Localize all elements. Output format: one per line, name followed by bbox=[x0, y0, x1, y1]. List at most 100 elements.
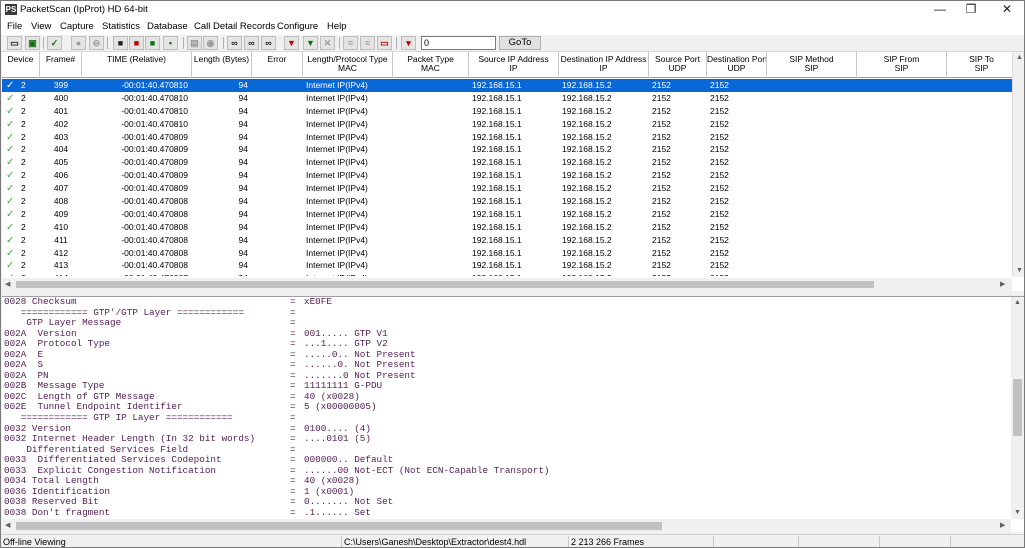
decode-line[interactable]: 002A E = .....0.. Not Present bbox=[2, 349, 1024, 361]
decode-line[interactable]: 002A Version = 001..... GTP V1 bbox=[2, 328, 1024, 340]
col-time-header[interactable]: TIME (Relative) bbox=[82, 52, 192, 78]
scroll-up-arrow-icon[interactable]: ▲ bbox=[1014, 298, 1021, 308]
table-row[interactable]: ✓ 2 413 -00:01:40.470808 94 Internet IP(IPv4)… bbox=[2, 259, 1012, 272]
highlight-icon[interactable]: ▾ bbox=[401, 36, 416, 50]
menu-statistics[interactable]: Statistics bbox=[102, 21, 140, 32]
scrollbar-thumb[interactable] bbox=[16, 522, 662, 530]
column-header-sublabel: MAC bbox=[421, 63, 440, 73]
col-error-header[interactable]: Error bbox=[252, 52, 303, 78]
decode-line[interactable]: 0038 Don't fragment = .1...... Set bbox=[2, 507, 1024, 519]
col-protocol-header[interactable]: Length/Protocol Type MAC bbox=[303, 52, 393, 78]
col-frame-cell: 402 bbox=[53, 118, 69, 129]
packet-list-vertical-scrollbar[interactable]: ▲ ▼ bbox=[1012, 52, 1024, 277]
minimize-button[interactable]: — bbox=[925, 1, 955, 19]
col-length-header[interactable]: Length (Bytes) bbox=[192, 52, 252, 78]
clear-filter-icon[interactable]: ✕ bbox=[320, 36, 335, 50]
decode-line[interactable]: 0036 Identification = 1 (x0001) bbox=[2, 486, 1024, 498]
col-sip-to-header[interactable]: SIP To SIP bbox=[947, 52, 1017, 78]
binoculars-prev-icon[interactable]: ∞ bbox=[261, 36, 276, 50]
col-dest-port-header[interactable]: Destination Port UDP bbox=[707, 52, 767, 78]
col-packet-type-header[interactable]: Packet Type MAC bbox=[393, 52, 469, 78]
export-csv-icon[interactable]: ≡ bbox=[343, 36, 358, 50]
decode-line[interactable]: 0028 Checksum = xE0FE bbox=[2, 297, 1024, 308]
col-device-header[interactable]: Device bbox=[2, 52, 40, 78]
col-sip-from-header[interactable]: SIP From SIP bbox=[857, 52, 947, 78]
col-sip-method-header[interactable]: SIP Method SIP bbox=[767, 52, 857, 78]
table-row[interactable]: ✓ 2 412 -00:01:40.470808 94 Internet IP(IPv4)… bbox=[2, 247, 1012, 260]
col-source-port-header[interactable]: Source Port UDP bbox=[649, 52, 707, 78]
decode-line[interactable]: 002A Protocol Type = ...1.... GTP V2 bbox=[2, 339, 1024, 350]
scroll-left-arrow-icon[interactable]: ◀ bbox=[5, 521, 10, 531]
table-row[interactable]: ✓ 2 405 -00:01:40.470809 94 Internet IP(IPv4)… bbox=[2, 156, 1012, 169]
decode-line[interactable]: ============ GTP IP Layer ============ = bbox=[2, 412, 1024, 424]
menu-file[interactable]: File bbox=[7, 21, 22, 32]
binoculars-next-icon[interactable]: ∞ bbox=[244, 36, 259, 50]
interface-red-icon[interactable]: ■ bbox=[129, 36, 144, 50]
interface-green-icon[interactable]: ■ bbox=[113, 36, 128, 50]
menu-help[interactable]: Help bbox=[327, 21, 347, 32]
export-pdf-icon[interactable]: ▭ bbox=[377, 36, 392, 50]
menu-view[interactable]: View bbox=[31, 21, 51, 32]
table-row[interactable]: ✓ 2 400 -00:01:40.470810 94 Internet IP(IPv4)… bbox=[2, 92, 1012, 105]
scroll-up-arrow-icon[interactable]: ▲ bbox=[1016, 53, 1023, 63]
table-row[interactable]: ✓ 2 399 -00:01:40.470810 94 Internet IP(IPv4)… bbox=[2, 79, 1012, 92]
globe-icon[interactable]: ◉ bbox=[203, 36, 218, 50]
save-icon[interactable]: ▪ bbox=[163, 36, 178, 50]
table-icon[interactable]: ▤ bbox=[187, 36, 202, 50]
scrollbar-thumb[interactable] bbox=[1013, 379, 1022, 436]
record-icon[interactable]: ● bbox=[71, 36, 86, 50]
set-filter-icon[interactable]: ▼ bbox=[284, 36, 299, 50]
open-capture-icon[interactable]: ▣ bbox=[25, 36, 40, 50]
table-row[interactable]: ✓ 2 410 -00:01:40.470808 94 Internet IP(IPv4)… bbox=[2, 221, 1012, 234]
close-button[interactable]: ✕ bbox=[992, 1, 1022, 19]
decode-line[interactable]: 002A S = ......0. Not Present bbox=[2, 360, 1024, 371]
table-row[interactable]: ✓ 2414-00:01:40.47080794 Internet IP(IPv4)… bbox=[2, 272, 1012, 276]
binoculars-icon[interactable]: ∞ bbox=[227, 36, 242, 50]
filter-check-icon[interactable]: ✓ bbox=[47, 36, 62, 50]
decode-line[interactable]: GTP Layer Message = bbox=[2, 318, 1024, 329]
scrollbar-thumb[interactable] bbox=[16, 281, 874, 288]
decode-vertical-scrollbar[interactable]: ▲ ▼ bbox=[1011, 297, 1024, 519]
table-row[interactable]: ✓ 2 411 -00:01:40.470808 94 Internet IP(IPv4)… bbox=[2, 234, 1012, 247]
col-dest-ip-header[interactable]: Destination IP Address IP bbox=[559, 52, 649, 78]
menu-bar: File View Capture Statistics Database Ca… bbox=[1, 19, 1024, 35]
table-row[interactable]: ✓ 2 403 -00:01:40.470809 94 Internet IP(IPv4)… bbox=[2, 131, 1012, 144]
table-row[interactable]: ✓ 2 409 -00:01:40.470808 94 Internet IP(IPv4)… bbox=[2, 208, 1012, 221]
col-length-cell: 94 bbox=[238, 80, 248, 90]
menu-database[interactable]: Database bbox=[147, 21, 188, 32]
decode-line[interactable]: 0033 Explicit Congestion Notification =..… bbox=[2, 465, 1024, 477]
table-row[interactable]: ✓ 2 407 -00:01:40.470809 94 Internet IP(IPv4)… bbox=[2, 182, 1012, 195]
check-icon: ✓ bbox=[6, 144, 15, 156]
table-row[interactable]: ✓ 2 401 -00:01:40.470810 94 Internet IP(IPv4)… bbox=[2, 105, 1012, 118]
decode-line[interactable]: 002B Message Type = 11111111 G-PDU bbox=[2, 381, 1024, 392]
interface-both-icon[interactable]: ■ bbox=[145, 36, 160, 50]
packet-list-horizontal-scrollbar[interactable]: ◀ ▶ bbox=[2, 278, 1012, 291]
scroll-left-arrow-icon[interactable]: ◀ bbox=[5, 280, 10, 290]
decode-line[interactable]: 002A PN = .......0 Not Present bbox=[2, 370, 1024, 382]
table-row[interactable]: ✓ 2 408 -00:01:40.470808 94 Internet IP(IPv4)… bbox=[2, 195, 1012, 208]
decode-line[interactable]: 0034 Total Length = 40 (x0028) bbox=[2, 476, 1024, 487]
table-row[interactable]: ✓ 2 406 -00:01:40.470809 94 Internet IP(IPv4)… bbox=[2, 169, 1012, 182]
goto-button[interactable]: GoTo bbox=[499, 36, 541, 50]
open-folder-icon[interactable]: ▭ bbox=[7, 36, 22, 50]
export-txt-icon[interactable]: ≡ bbox=[360, 36, 375, 50]
menu-capture[interactable]: Capture bbox=[60, 21, 94, 32]
scroll-right-arrow-icon[interactable]: ▶ bbox=[1000, 521, 1005, 531]
menu-configure[interactable]: Configure bbox=[277, 21, 318, 32]
decode-line[interactable]: ============ GTP'/GTP Layer ============… bbox=[2, 307, 1024, 319]
filter-icon[interactable]: ▼ bbox=[303, 36, 318, 50]
table-row[interactable]: ✓ 2 402 -00:01:40.470810 94 Internet IP(IPv4)… bbox=[2, 118, 1012, 131]
stop-icon[interactable]: ⊖ bbox=[89, 36, 104, 50]
col-dest-ip-cell: 192.168.15.2 bbox=[562, 221, 612, 232]
decode-horizontal-scrollbar[interactable]: ◀ ▶ bbox=[2, 519, 1011, 532]
menu-call-detail-records[interactable]: Call Detail Records bbox=[194, 21, 275, 32]
scroll-down-arrow-icon[interactable]: ▼ bbox=[1014, 508, 1021, 518]
table-row[interactable]: ✓ 2 404 -00:01:40.470809 94 Internet IP(IPv4)… bbox=[2, 143, 1012, 156]
scroll-right-arrow-icon[interactable]: ▶ bbox=[1000, 280, 1005, 290]
maximize-button[interactable]: ❐ bbox=[956, 1, 986, 19]
goto-frame-input[interactable] bbox=[421, 36, 496, 50]
col-source-ip-header[interactable]: Source IP Address IP bbox=[469, 52, 559, 78]
scroll-down-arrow-icon[interactable]: ▼ bbox=[1016, 266, 1023, 276]
col-frame-header[interactable]: Frame# bbox=[40, 52, 82, 78]
decode-line[interactable]: 0038 Reserved Bit = 0....... Not Set bbox=[2, 497, 1024, 508]
